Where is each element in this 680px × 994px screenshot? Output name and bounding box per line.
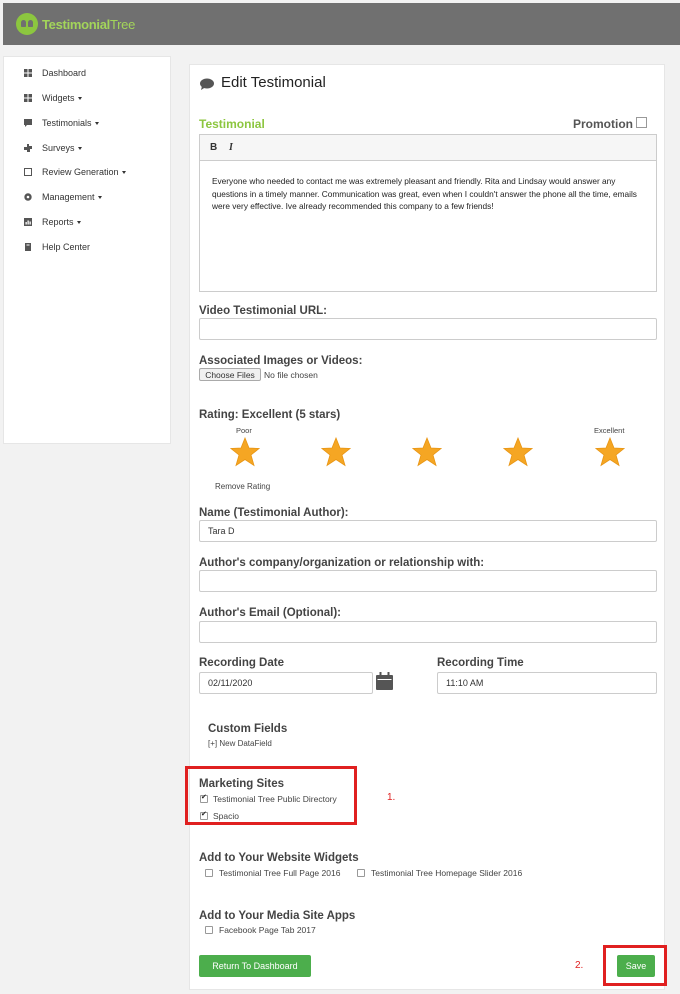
author-email-input[interactable] [199,621,657,643]
star-icon[interactable] [503,437,533,467]
sidebar-item-label: Reports [42,217,74,227]
sidebar-item-label: Dashboard [42,68,87,78]
new-datafield-link[interactable]: [+] New DataField [208,739,272,748]
widgets-icon [24,94,32,102]
comment-icon [200,78,214,90]
bold-button[interactable]: B [210,142,217,153]
chevron-down-icon [77,97,82,101]
media-apps-label: Add to Your Media Site Apps [199,910,356,922]
logo-text: TestimonialTree [42,16,136,32]
chevron-down-icon [77,147,82,151]
testimonial-editor: B I Everyone who needed to contact me wa… [199,134,657,292]
sidebar-item-label: Review Generation [42,167,119,177]
website-widgets-label: Add to Your Website Widgets [199,852,359,864]
recording-time-input[interactable]: 11:10 AM [437,672,657,694]
author-name-label: Name (Testimonial Author): [199,507,349,519]
recording-date-label: Recording Date [199,657,284,669]
management-icon [24,193,32,201]
promotion-checkbox[interactable] [636,117,647,128]
widget-checkbox[interactable] [357,869,365,877]
save-highlight [603,945,667,986]
return-to-dashboard-button[interactable]: Return To Dashboard [199,955,311,977]
editor-toolbar: B I [200,135,656,161]
star-icon[interactable] [595,437,625,467]
help-center-icon [25,243,31,251]
media-app-label: Facebook Page Tab 2017 [219,925,316,935]
author-company-label: Author's company/organization or relatio… [199,557,485,569]
sidebar: Dashboard Widgets Testimonials Surveys R… [3,56,171,444]
chevron-down-icon [76,221,81,225]
media-app-checkbox[interactable] [205,926,213,934]
author-company-input[interactable] [199,570,657,592]
rating-label: Rating: Excellent (5 stars) [199,409,341,421]
logo-icon [16,13,38,35]
logo[interactable]: TestimonialTree [16,13,135,35]
remove-rating-link[interactable]: Remove Rating [215,482,270,491]
video-url-label: Video Testimonial URL: [199,305,328,317]
testimonials-icon [24,119,32,127]
sidebar-item-label: Widgets [42,93,75,103]
widget-label: Testimonial Tree Full Page 2016 [219,868,341,878]
rating-poor-label: Poor [236,426,252,435]
annotation-number: 1. [387,792,396,803]
choose-files-button[interactable]: Choose Files [199,368,261,381]
page-title: Edit Testimonial [221,74,326,91]
review-generation-icon [24,168,32,176]
sidebar-item-label: Help Center [42,242,91,252]
author-name-input[interactable]: Tara D [199,520,657,542]
recording-time-label: Recording Time [437,657,524,669]
sidebar-item-label: Management [42,192,95,202]
chevron-down-icon [97,196,102,200]
author-email-label: Author's Email (Optional): [199,607,342,619]
promotion-label: Promotion [573,117,633,131]
custom-fields-label: Custom Fields [208,723,288,735]
calendar-icon[interactable] [376,672,393,690]
testimonial-text-area[interactable]: Everyone who needed to contact me was ex… [212,175,646,213]
recording-date-input[interactable]: 02/11/2020 [199,672,373,694]
widget-checkbox[interactable] [205,869,213,877]
dashboard-icon [24,69,32,77]
edit-testimonial-panel: Edit Testimonial Testimonial Promotion B… [189,64,665,990]
file-status: No file chosen [264,370,318,380]
sidebar-item-label: Surveys [42,143,75,153]
star-icon[interactable] [230,437,260,467]
sidebar-item-label: Testimonials [42,118,92,128]
italic-button[interactable]: I [229,142,233,153]
testimonial-label: Testimonial [199,117,265,131]
images-label: Associated Images or Videos: [199,355,363,367]
top-bar: TestimonialTree [3,3,680,45]
rating-excellent-label: Excellent [594,426,625,435]
surveys-icon [24,144,32,152]
chevron-down-icon [121,171,126,175]
annotation-number: 2. [575,960,584,971]
reports-icon [24,218,32,226]
widget-label: Testimonial Tree Homepage Slider 2016 [371,868,523,878]
video-url-input[interactable] [199,318,657,340]
marketing-sites-highlight [185,766,357,825]
star-icon[interactable] [412,437,442,467]
chevron-down-icon [94,122,99,126]
star-icon[interactable] [321,437,351,467]
